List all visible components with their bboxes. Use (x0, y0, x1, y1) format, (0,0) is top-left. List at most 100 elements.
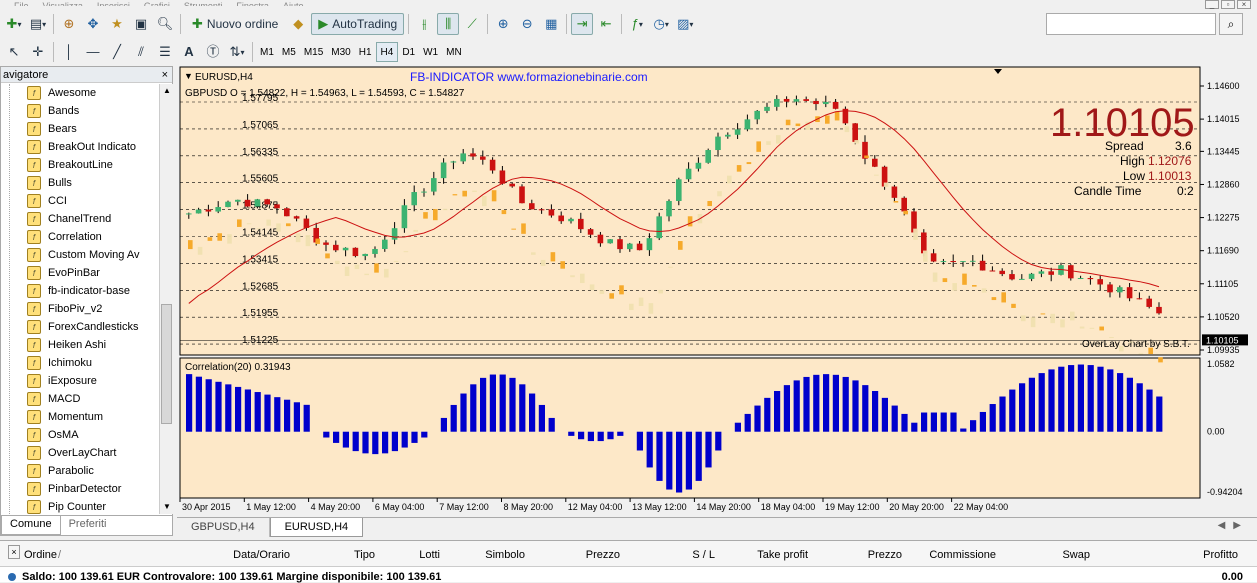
terminal-button[interactable]: ▣ (130, 13, 152, 35)
zoom-out-button[interactable]: ⊖ (516, 13, 538, 35)
column-header[interactable]: Prezzo (586, 549, 620, 561)
timeframe-h1[interactable]: H1 (355, 42, 376, 62)
tab-comune[interactable]: Comune (1, 516, 61, 535)
timeframe-h4[interactable]: H4 (375, 42, 399, 62)
navigator-item[interactable]: f PinbarDetector (1, 480, 159, 498)
menu-item[interactable]: Strumenti (184, 2, 223, 7)
new-order-button[interactable]: ✚ Nuovo ordine (185, 13, 285, 35)
navigator-item[interactable]: f Bears (1, 120, 159, 138)
tile-windows-button[interactable]: ▦ (540, 13, 562, 35)
scroll-down-icon[interactable]: ▼ (160, 500, 174, 514)
vertical-line-icon[interactable]: │ (58, 41, 80, 63)
navigator-item[interactable]: f Heiken Ashi (1, 336, 159, 354)
menu-item[interactable]: Finestra (236, 2, 269, 7)
search-icon[interactable]: ⌕ (1219, 13, 1243, 35)
restore-button[interactable]: ▫ (1221, 0, 1235, 9)
price-chart[interactable]: 1.14600 1.14015 1.13445 1.12860 1.12275 1.116… (177, 66, 1257, 516)
navigator-item[interactable]: f OverLayChart (1, 444, 159, 462)
menu-item[interactable]: Aiuto (283, 2, 304, 7)
profiles-button[interactable]: ▤ ▾ (27, 13, 49, 35)
close-terminal-icon[interactable]: × (8, 545, 20, 559)
column-header[interactable]: Lotti (419, 549, 440, 561)
navigator-item[interactable]: f MACD (1, 390, 159, 408)
navigator-item[interactable]: f BreakoutLine (1, 156, 159, 174)
timeframe-mn[interactable]: MN (442, 42, 466, 62)
tab-scroll-arrows-icon[interactable]: ◀▶ (1218, 520, 1249, 531)
navigator-item[interactable]: f ChanelTrend (1, 210, 159, 228)
navigator-item[interactable]: f Awesome (1, 84, 159, 102)
scroll-thumb[interactable] (161, 304, 172, 424)
column-header[interactable]: Tipo (354, 549, 375, 561)
navigator-item[interactable]: f Parabolic (1, 462, 159, 480)
menu-item[interactable]: Inserisci (97, 2, 130, 7)
text-icon[interactable]: A (178, 41, 200, 63)
navigator-item[interactable]: f Custom Moving Av (1, 246, 159, 264)
navigator-item[interactable]: f Momentum (1, 408, 159, 426)
navigator-item[interactable]: f CCI (1, 192, 159, 210)
strategy-tester-button[interactable]: 🔍︎ (154, 13, 176, 35)
tab-preferiti[interactable]: Preferiti (61, 516, 115, 535)
navigator-item[interactable]: f fb-indicator-base (1, 282, 159, 300)
menu-item[interactable]: Visualizza (43, 2, 83, 7)
tab-gbpusd-h4[interactable]: GBPUSD,H4 (177, 518, 270, 537)
bar-chart-button[interactable]: ⫲ (413, 13, 435, 35)
timeframe-m15[interactable]: M15 (300, 42, 327, 62)
timeframe-d1[interactable]: D1 (398, 42, 419, 62)
market-watch-button[interactable]: ⊕ (58, 13, 80, 35)
horizontal-line-icon[interactable]: — (82, 41, 104, 63)
close-window-button[interactable]: × (1237, 0, 1251, 9)
chart-shift-button[interactable]: ⇤ (595, 13, 617, 35)
column-header[interactable]: Prezzo (868, 549, 902, 561)
metaeditor-button[interactable]: ◆ (287, 13, 309, 35)
navigator-item[interactable]: f FiboPiv_v2 (1, 300, 159, 318)
column-header[interactable]: Simbolo (485, 549, 525, 561)
navigator-item[interactable]: f EvoPinBar (1, 264, 159, 282)
autotrading-button[interactable]: ▶ AutoTrading (311, 13, 405, 35)
fibonacci-icon[interactable]: ☰ (154, 41, 176, 63)
text-label-icon[interactable]: Ⓣ (202, 41, 224, 63)
arrows-icon[interactable]: ⇅ ▾ (226, 41, 248, 63)
minimize-button[interactable]: _ (1205, 0, 1219, 9)
auto-scroll-button[interactable]: ⇥ (571, 13, 594, 35)
navigator-item[interactable]: f iExposure (1, 372, 159, 390)
navigator-item[interactable]: f BreakOut Indicato (1, 138, 159, 156)
navigator-scrollbar[interactable]: ▲ ▼ (159, 84, 173, 514)
zoom-in-button[interactable]: ⊕ (492, 13, 514, 35)
balance-row[interactable]: Saldo: 100 139.61 EUR Controvalore: 100 … (0, 569, 1257, 583)
navigator-item[interactable]: f Bulls (1, 174, 159, 192)
column-header[interactable]: Data/Orario (233, 549, 290, 561)
timeframe-w1[interactable]: W1 (419, 42, 442, 62)
navigator-button[interactable]: ★ (106, 13, 128, 35)
crosshair-icon[interactable]: ✛ (27, 41, 49, 63)
menu-item[interactable]: Grafici (144, 2, 170, 7)
column-header[interactable]: Commissione (929, 549, 996, 561)
templates-button[interactable]: ▨ ▾ (674, 13, 696, 35)
column-header[interactable]: S / L (692, 549, 715, 561)
close-icon[interactable]: × (162, 67, 168, 83)
new-chart-button[interactable]: ✚ ▾ (3, 13, 25, 35)
candlestick-button[interactable]: ⫼ (437, 13, 460, 35)
column-header[interactable]: Profitto (1203, 549, 1238, 561)
scroll-up-icon[interactable]: ▲ (160, 84, 174, 98)
periods-button[interactable]: ◷ ▾ (650, 13, 672, 35)
timeframe-m30[interactable]: M30 (327, 42, 354, 62)
data-window-button[interactable]: ✥ (82, 13, 104, 35)
timeframe-m1[interactable]: M1 (256, 42, 278, 62)
cursor-icon[interactable]: ↖ (3, 41, 25, 63)
timeframe-m5[interactable]: M5 (278, 42, 300, 62)
tab-eurusd-h4[interactable]: EURUSD,H4 (269, 518, 364, 537)
menu-item[interactable]: File (14, 2, 29, 7)
line-chart-button[interactable]: ⟋ (461, 13, 483, 35)
column-header[interactable]: Take profit (757, 549, 808, 561)
column-header[interactable]: Swap (1062, 549, 1090, 561)
trendline-icon[interactable]: ╱ (106, 41, 128, 63)
navigator-item[interactable]: f Pip Counter (1, 498, 159, 514)
equidistant-channel-icon[interactable]: ⫽ (130, 41, 152, 63)
column-header[interactable]: Ordine (24, 549, 57, 561)
indicators-button[interactable]: ƒ ▾ (626, 13, 648, 35)
navigator-item[interactable]: f Ichimoku (1, 354, 159, 372)
navigator-item[interactable]: f OsMA (1, 426, 159, 444)
navigator-item[interactable]: f Correlation (1, 228, 159, 246)
navigator-item[interactable]: f ForexCandlesticks (1, 318, 159, 336)
search-input[interactable] (1046, 13, 1216, 35)
